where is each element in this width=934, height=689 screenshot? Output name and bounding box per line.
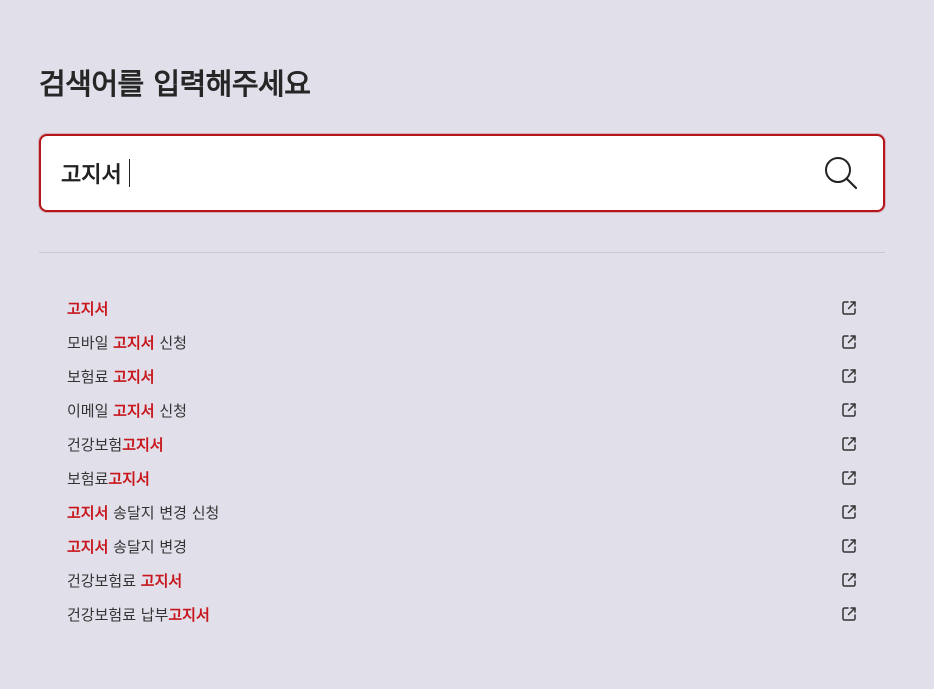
suggestion-item[interactable]: 건강보험료 납부고지서 — [39, 597, 885, 631]
text-caret — [128, 159, 130, 187]
suggestion-text-after: 신청 — [154, 401, 187, 420]
divider — [39, 252, 885, 253]
external-link-icon[interactable] — [840, 571, 858, 589]
suggestion-text: 이메일 고지서 신청 — [67, 400, 187, 421]
suggestion-highlight: 고지서 — [122, 435, 164, 454]
search-input[interactable]: 고지서 — [61, 136, 130, 210]
external-link-icon[interactable] — [840, 469, 858, 487]
suggestion-text: 보험료 고지서 — [67, 366, 155, 387]
search-icon — [825, 157, 858, 190]
suggestion-text-before: 보험료 — [67, 367, 114, 386]
external-link-icon[interactable] — [840, 367, 858, 385]
suggestion-text-before: 건강보험료 — [67, 571, 141, 590]
suggestion-item[interactable]: 보험료 고지서 — [39, 359, 885, 393]
search-box[interactable]: 고지서 — [39, 134, 885, 212]
suggestion-highlight: 고지서 — [108, 469, 150, 488]
external-link-icon[interactable] — [840, 605, 858, 623]
suggestion-text: 고지서 송달지 변경 신청 — [67, 502, 219, 523]
external-link-icon[interactable] — [840, 503, 858, 521]
suggestion-item[interactable]: 이메일 고지서 신청 — [39, 393, 885, 427]
suggestion-text: 모바일 고지서 신청 — [67, 332, 187, 353]
suggestion-item[interactable]: 모바일 고지서 신청 — [39, 325, 885, 359]
search-button[interactable] — [823, 155, 859, 191]
suggestion-text-after: 송달지 변경 신청 — [108, 503, 220, 522]
external-link-icon[interactable] — [840, 435, 858, 453]
suggestion-list: 고지서 모바일 고지서 신청 보험료 고지서 이메일 고지서 신청 건강보험고지서 보험료… — [39, 291, 885, 631]
external-link-icon[interactable] — [840, 401, 858, 419]
suggestion-highlight: 고지서 — [67, 299, 109, 318]
suggestion-item[interactable]: 고지서 — [39, 291, 885, 325]
external-link-icon[interactable] — [840, 537, 858, 555]
suggestion-text: 건강보험료 납부고지서 — [67, 604, 210, 625]
suggestion-item[interactable]: 고지서 송달지 변경 — [39, 529, 885, 563]
suggestion-highlight: 고지서 — [168, 605, 210, 624]
suggestion-highlight: 고지서 — [67, 503, 109, 522]
suggestion-item[interactable]: 고지서 송달지 변경 신청 — [39, 495, 885, 529]
external-link-icon[interactable] — [840, 299, 858, 317]
external-link-icon[interactable] — [840, 333, 858, 351]
suggestion-text: 고지서 — [67, 298, 108, 319]
suggestion-text-before: 건강보험 — [67, 435, 123, 454]
suggestion-highlight: 고지서 — [113, 401, 155, 420]
suggestion-text: 건강보험고지서 — [67, 434, 164, 455]
page-title: 검색어를 입력해주세요 — [39, 67, 311, 101]
suggestion-text-before: 이메일 — [67, 401, 114, 420]
suggestion-highlight: 고지서 — [113, 367, 155, 386]
suggestion-text-before: 보험료 — [67, 469, 109, 488]
suggestion-text: 고지서 송달지 변경 — [67, 536, 187, 557]
suggestion-text-after: 송달지 변경 — [108, 537, 187, 556]
suggestion-text-after: 신청 — [154, 333, 187, 352]
suggestion-highlight: 고지서 — [67, 537, 109, 556]
suggestion-highlight: 고지서 — [113, 333, 155, 352]
suggestion-text: 건강보험료 고지서 — [67, 570, 182, 591]
suggestion-text-before: 건강보험료 납부 — [67, 605, 169, 624]
suggestion-item[interactable]: 건강보험고지서 — [39, 427, 885, 461]
search-input-value: 고지서 — [61, 163, 122, 188]
suggestion-highlight: 고지서 — [140, 571, 183, 590]
suggestion-item[interactable]: 건강보험료 고지서 — [39, 563, 885, 597]
suggestion-text: 보험료고지서 — [67, 468, 150, 489]
suggestion-text-before: 모바일 — [67, 333, 114, 352]
suggestion-item[interactable]: 보험료고지서 — [39, 461, 885, 495]
